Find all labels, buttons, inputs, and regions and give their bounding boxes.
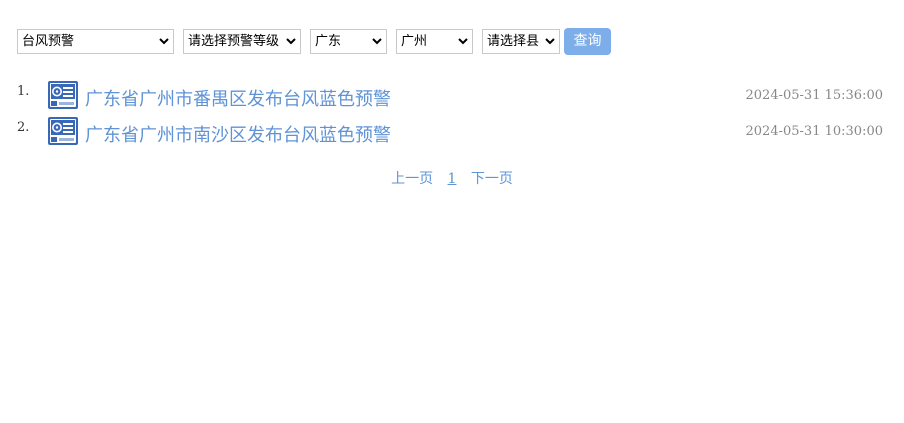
list-item: 2. 广东省广州市南沙区发布台风蓝色预警 2024-05-31 10:30:00 [17,114,883,150]
next-page-link[interactable]: 下一页 [471,171,513,187]
typhoon-blue-warning-icon [48,117,78,145]
warning-level-select[interactable]: 请选择预警等级 [183,29,301,54]
warning-time: 2024-05-31 10:30:00 [745,124,883,139]
chevron-down-icon [545,38,555,45]
current-page-link[interactable]: 1 [448,171,457,187]
province-select-value: 广东 [315,34,342,49]
chevron-down-icon [286,38,296,45]
filter-bar: 台风预警 请选择预警等级 广东 广州 请选择县 查询 [17,28,611,55]
warning-title-link[interactable]: 广东省广州市南沙区发布台风蓝色预警 [85,121,391,147]
list-item-index: 1. [17,84,30,99]
warning-type-select-value: 台风预警 [22,34,75,49]
warning-time: 2024-05-31 15:36:00 [745,88,883,103]
query-button[interactable]: 查询 [564,28,611,55]
chevron-down-icon [458,38,468,45]
warning-title-link[interactable]: 广东省广州市番禺区发布台风蓝色预警 [85,85,391,111]
city-select[interactable]: 广州 [396,29,473,54]
typhoon-blue-warning-icon [48,81,78,109]
county-select-value: 请选择县 [487,34,540,49]
warning-type-select[interactable]: 台风预警 [17,29,174,54]
city-select-value: 广州 [401,34,428,49]
warning-level-select-value: 请选择预警等级 [188,34,280,49]
list-item-index: 2. [17,120,30,135]
prev-page-link[interactable]: 上一页 [391,171,433,187]
county-select[interactable]: 请选择县 [482,29,560,54]
warning-list: 1. 广东省广州市番禺区发布台风蓝色预警 2024-05-31 15:36:00… [17,78,883,150]
chevron-down-icon [159,38,169,45]
list-item: 1. 广东省广州市番禺区发布台风蓝色预警 2024-05-31 15:36:00 [17,78,883,114]
chevron-down-icon [372,38,382,45]
province-select[interactable]: 广东 [310,29,387,54]
pagination: 上一页 1 下一页 [0,168,904,188]
